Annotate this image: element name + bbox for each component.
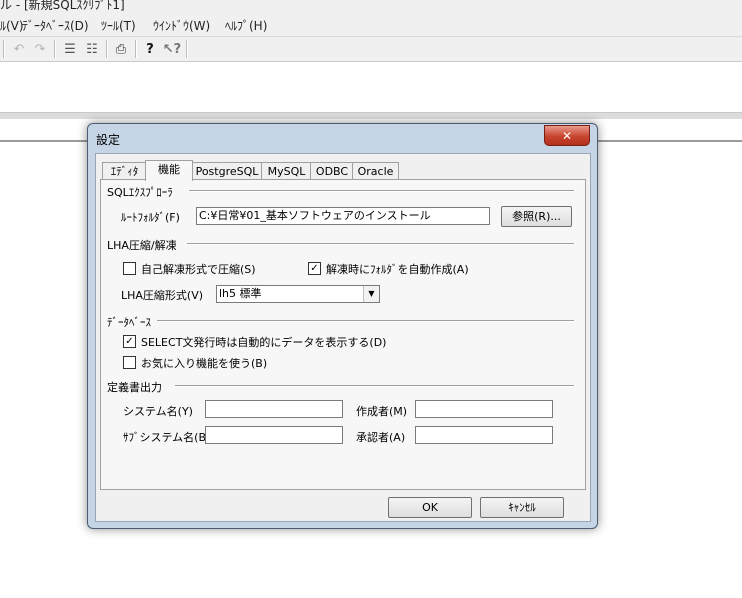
subsystem-name-label: ｻﾌﾞシステム名(B) [123,431,211,444]
tab-features[interactable]: 機能 [145,160,193,181]
auto-show-label: SELECT文発行時は自動的にデータを表示する(D) [141,336,387,349]
menu-help[interactable]: ﾍﾙﾌﾟ(H) [225,17,267,34]
toolbar-separator [135,40,137,58]
self-extract-checkbox[interactable] [123,262,136,275]
root-folder-input[interactable]: C:¥日常¥01_基本ソフトウェアのインストール [196,207,490,225]
align-right-icon[interactable]: ☷ [83,40,101,58]
system-name-label: システム名(Y) [123,405,193,418]
lha-header: LHA圧縮/解凍 [107,239,177,252]
browse-button[interactable]: 参照(R)... [501,206,572,227]
favorites-checkbox[interactable] [123,356,136,369]
format-value: lh5 標準 [219,287,262,300]
sql-explorer-header: SQLｴｸｽﾌﾟﾛｰﾗ [107,186,173,199]
divider [187,243,574,245]
tab-odbc[interactable]: ODBC [310,162,354,180]
tab-mysql[interactable]: MySQL [261,162,312,180]
toolbar-separator [54,40,56,58]
spec-output-header: 定義書出力 [107,381,162,394]
redo-icon[interactable]: ↷ [31,40,49,58]
divider [175,385,574,387]
editor-header-bar [0,112,742,119]
favorites-label: お気に入り機能を使う(B) [141,357,268,370]
format-select[interactable]: lh5 標準 ▼ [216,285,380,303]
check-icon: ✓ [125,336,134,347]
close-icon: ✕ [561,128,573,143]
format-label: LHA圧縮形式(V) [121,289,204,302]
approver-input[interactable] [415,426,553,444]
toolbar-separator [3,40,5,58]
menu-database[interactable]: ﾃﾞｰﾀﾍﾞｰｽ(D) [22,17,89,34]
toolbar: ↶ ↷ ☰ ☷ ⎙ ? ↖? [0,37,742,62]
settings-dialog: 設定 ✕ ｴﾃﾞｨﾀ 機能 PostgreSQL MySQL ODBC Orac… [87,123,598,529]
features-panel: SQLｴｸｽﾌﾟﾛｰﾗ ﾙｰﾄﾌｫﾙﾀﾞ(F) C:¥日常¥01_基本ソフトウェ… [100,179,586,490]
divider [157,320,574,322]
system-name-input[interactable] [205,400,343,418]
align-left-icon[interactable]: ☰ [61,40,79,58]
menu-tools[interactable]: ﾂｰﾙ(T) [101,17,136,34]
check-icon: ✓ [310,263,319,274]
divider [189,190,574,192]
app-title-bar: ル - [新規SQLｽｸﾘﾌﾟﾄ1] [0,0,742,14]
self-extract-label: 自己解凍形式で圧縮(S) [141,263,256,276]
menu-view[interactable]: ﾙ(V) [0,17,24,34]
menu-bar: ﾙ(V) ﾃﾞｰﾀﾍﾞｰｽ(D) ﾂｰﾙ(T) ｳｲﾝﾄﾞｳ(W) ﾍﾙﾌﾟ(H… [0,14,742,37]
tab-editor[interactable]: ｴﾃﾞｨﾀ [102,162,147,180]
dialog-client: ｴﾃﾞｨﾀ 機能 PostgreSQL MySQL ODBC Oracle SQ… [95,153,591,522]
root-folder-label: ﾙｰﾄﾌｫﾙﾀﾞ(F) [121,211,180,224]
help-icon[interactable]: ? [141,40,159,58]
auto-folder-checkbox[interactable]: ✓ [308,262,321,275]
author-label: 作成者(M) [356,405,408,418]
database-header: ﾃﾞｰﾀﾍﾞｰｽ [107,316,151,329]
chevron-down-icon[interactable]: ▼ [363,286,379,302]
ok-button[interactable]: OK [388,497,472,518]
tab-oracle[interactable]: Oracle [352,162,399,180]
menu-window[interactable]: ｳｲﾝﾄﾞｳ(W) [153,17,210,34]
subsystem-name-input[interactable] [205,426,343,444]
app-title: ル - [新規SQLｽｸﾘﾌﾟﾄ1] [0,0,125,12]
auto-folder-label: 解凍時にﾌｫﾙﾀﾞを自動作成(A) [326,263,469,276]
cancel-button[interactable]: ｷｬﾝｾﾙ [480,497,564,518]
toolbar-separator [106,40,108,58]
printer-icon[interactable]: ⎙ [112,40,130,58]
approver-label: 承認者(A) [356,431,406,444]
dialog-title: 設定 [96,133,121,147]
toolbar-separator [186,40,188,58]
auto-show-checkbox[interactable]: ✓ [123,335,136,348]
undo-icon[interactable]: ↶ [10,40,28,58]
context-help-icon[interactable]: ↖? [163,40,181,58]
author-input[interactable] [415,400,553,418]
close-button[interactable]: ✕ [544,125,590,146]
tab-postgresql[interactable]: PostgreSQL [191,162,263,180]
